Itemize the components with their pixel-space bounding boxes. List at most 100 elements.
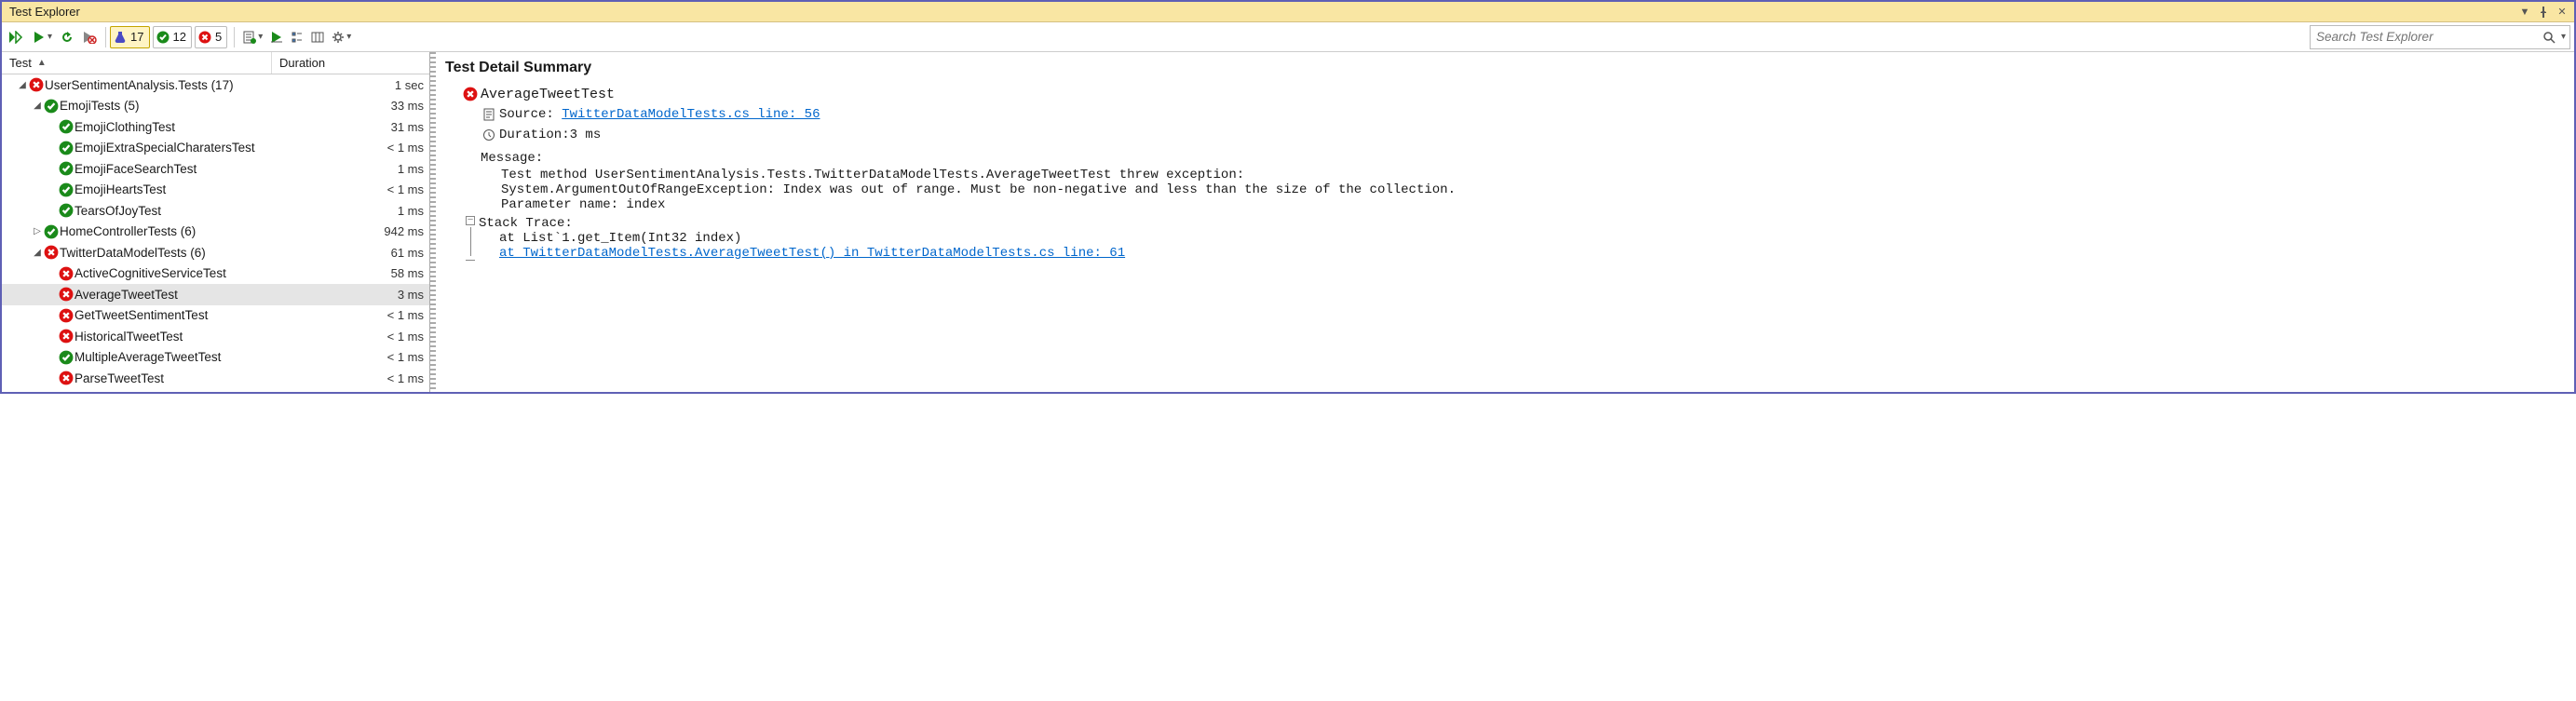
run-all-button[interactable] [6,25,28,49]
pass-icon [156,31,169,44]
test-name: AverageTweetTest [75,288,284,302]
test-explorer-window: Test Explorer ▼ ✕ ▾ 17 12 [0,0,2576,394]
gear-icon [332,31,345,44]
sort-asc-icon: ▲ [37,58,47,68]
test-duration: 1 ms [284,204,424,218]
test-row[interactable]: ActiveCognitiveServiceTest58 ms [2,263,429,285]
expand-glyph[interactable]: ◢ [17,80,28,90]
filter-failed[interactable]: 5 [195,26,227,48]
detail-pane: Test Detail Summary AverageTweetTest Sou… [436,52,2574,392]
expand-glyph[interactable]: ◢ [32,101,43,111]
column-duration[interactable]: Duration [272,52,429,74]
test-name: TearsOfJoyTest [75,204,284,218]
test-row[interactable]: GetTweetSentimentTest< 1 ms [2,305,429,327]
status-icon [58,161,75,176]
test-name: EmojiClothingTest [75,120,284,134]
run-button[interactable]: ▾ [30,25,55,49]
test-duration: < 1 ms [284,371,424,385]
status-icon [58,371,75,385]
test-duration: 1 ms [284,162,424,176]
test-row[interactable]: ◢ UserSentimentAnalysis.Tests (17)1 sec [2,74,429,96]
test-row[interactable]: ParseTweetTest< 1 ms [2,368,429,389]
stack-line[interactable]: at TwitterDataModelTests.AverageTweetTes… [499,246,2565,261]
repeat-run-button[interactable] [57,25,77,49]
detail-test-name-row: AverageTweetTest [460,84,2565,104]
test-name: HistoricalTweetTest [75,330,284,344]
test-row[interactable]: MultipleAverageTweetTest< 1 ms [2,347,429,369]
message-label: Message: [481,151,2565,166]
test-duration: 33 ms [284,99,424,113]
test-name: UserSentimentAnalysis.Tests (17) [45,78,284,92]
test-row[interactable]: EmojiExtraSpecialCharatersTest< 1 ms [2,138,429,159]
dropdown-button[interactable]: ▼ [2516,5,2533,20]
test-name: EmojiExtraSpecialCharatersTest [75,141,284,155]
test-name: ParseTweetTest [75,371,284,385]
test-row[interactable]: EmojiHeartsTest< 1 ms [2,180,429,201]
profile-button[interactable] [267,25,286,49]
test-duration: 1 sec [284,78,424,92]
test-row[interactable]: AverageTweetTest3 ms [2,284,429,305]
status-icon [58,141,75,155]
message-line: System.ArgumentOutOfRangeException: Inde… [501,182,2565,197]
tree-body[interactable]: ◢UserSentimentAnalysis.Tests (17)1 sec◢E… [2,74,429,392]
status-icon [43,245,60,260]
filter-total[interactable]: 17 [110,26,149,48]
test-name: HomeControllerTests (6) [60,224,284,238]
title-bar: Test Explorer ▼ ✕ [2,2,2574,22]
stack-trace-block: − Stack Trace: at List`1.get_Item(Int32 … [462,216,2565,261]
toolbar: ▾ 17 12 5 ▾ [2,22,2574,52]
status-icon [58,203,75,218]
test-name: TwitterDataModelTests (6) [60,246,284,260]
beaker-icon [114,31,127,44]
status-icon [43,224,60,239]
test-duration: 31 ms [284,120,424,134]
source-link[interactable]: TwitterDataModelTests.cs line: 56 [562,107,820,122]
search-icon [2542,31,2556,44]
expand-glyph[interactable]: ▷ [32,226,43,236]
stack-line: at List`1.get_Item(Int32 index) [499,231,2565,246]
stack-label: Stack Trace: [479,216,2565,231]
status-icon [28,77,45,92]
close-button[interactable]: ✕ [2554,5,2570,20]
message-block: Message: Test method UserSentimentAnalys… [481,151,2565,212]
status-icon [58,350,75,365]
test-name: ActiveCognitiveServiceTest [75,266,284,280]
test-name: EmojiTests (5) [60,99,284,113]
detail-duration-row: Duration: 3 ms [479,125,2565,145]
status-icon [58,287,75,302]
tree-header: Test ▲ Duration [2,52,429,74]
clock-icon [479,128,499,142]
group-by-button[interactable] [288,25,306,49]
search-input[interactable] [2314,29,2542,45]
search-box[interactable]: ▾ [2310,25,2570,49]
tree-pane: Test ▲ Duration ◢UserSentimentAnalysis.T… [2,52,430,392]
test-name: GetTweetSentimentTest [75,308,284,322]
test-row[interactable]: EmojiFaceSearchTest1 ms [2,158,429,180]
status-icon [58,182,75,197]
test-row[interactable]: HistoricalTweetTest< 1 ms [2,326,429,347]
test-row[interactable]: ◢TwitterDataModelTests (6)61 ms [2,242,429,263]
test-name: EmojiHeartsTest [75,182,284,196]
columns-button[interactable] [308,25,327,49]
test-name: EmojiFaceSearchTest [75,162,284,176]
message-line: Parameter name: index [501,197,2565,212]
test-row[interactable]: ◢ EmojiTests (5)33 ms [2,96,429,117]
test-row[interactable]: TearsOfJoyTest1 ms [2,200,429,222]
filter-passed[interactable]: 12 [153,26,192,48]
status-icon [58,329,75,344]
test-duration: 942 ms [284,224,424,238]
test-duration: 58 ms [284,266,424,280]
fold-toggle[interactable]: − [466,216,475,225]
test-row[interactable]: ▷ HomeControllerTests (6)942 ms [2,222,429,243]
source-icon [479,108,499,121]
test-row[interactable]: EmojiClothingTest31 ms [2,116,429,138]
test-duration: 3 ms [284,288,424,302]
column-test[interactable]: Test ▲ [2,52,272,74]
pin-button[interactable] [2535,5,2552,20]
fail-icon [198,31,211,44]
expand-glyph[interactable]: ◢ [32,248,43,258]
settings-button[interactable]: ▾ [329,25,354,49]
playlist-button[interactable]: ▾ [238,25,265,49]
cancel-run-button[interactable] [79,25,100,49]
test-duration: < 1 ms [284,350,424,364]
